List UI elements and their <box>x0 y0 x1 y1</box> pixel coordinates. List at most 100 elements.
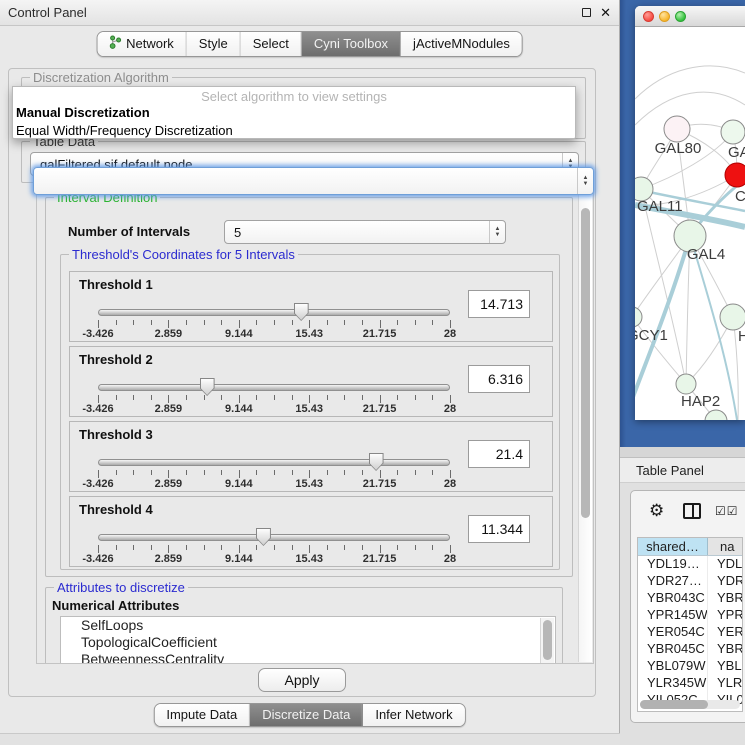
tab-style[interactable]: Style <box>187 32 241 56</box>
algorithm-combobox[interactable]: ▲▼ <box>33 167 594 195</box>
threshold-slider[interactable]: -3.4262.8599.14415.4321.71528 <box>90 377 458 415</box>
network-node[interactable] <box>635 307 642 327</box>
stepper-arrows-icon[interactable]: ▲▼ <box>489 221 505 243</box>
slider-track[interactable] <box>98 534 450 541</box>
table-row[interactable]: YBL079WYBL0 <box>638 658 742 675</box>
thresholds-group: Threshold's Coordinates for 5 Intervals … <box>60 254 560 570</box>
float-icon[interactable] <box>582 8 591 17</box>
dropdown-item[interactable]: Manual Discretization <box>13 104 575 122</box>
tick-mark <box>292 395 293 400</box>
network-edge[interactable] <box>635 66 745 99</box>
table-row[interactable]: YLR345WYLR3 <box>638 675 742 692</box>
cell-name[interactable]: YLR3 <box>708 675 742 692</box>
table-row[interactable]: YPR145WYPR1 <box>638 607 742 624</box>
tab-impute-data[interactable]: Impute Data <box>154 704 250 726</box>
attribute-list-item[interactable]: TopologicalCoefficient <box>61 634 555 651</box>
slider-thumb[interactable] <box>369 453 384 471</box>
slider-tick-labels: -3.4262.8599.14415.4321.71528 <box>98 553 450 565</box>
tab-select[interactable]: Select <box>241 32 302 56</box>
table-row[interactable]: YBR043CYBR0 <box>638 590 742 607</box>
attribute-list-item[interactable]: BetweennessCentrality <box>61 651 555 664</box>
scrollbar-thumb[interactable] <box>640 700 708 709</box>
node-label: GAL80 <box>655 140 702 157</box>
network-window-titlebar[interactable] <box>635 6 745 27</box>
threshold-value-field[interactable]: 21.4 <box>468 440 530 468</box>
node-table[interactable]: shared… na YDL19…YDL1YDR27…YDR2YBR043CYB… <box>637 537 743 712</box>
cell-name[interactable]: YBR0 <box>708 641 742 658</box>
scrollbar-thumb[interactable] <box>543 620 552 660</box>
slider-track[interactable] <box>98 459 450 466</box>
network-node[interactable] <box>664 116 690 142</box>
network-edge[interactable] <box>635 92 745 125</box>
table-h-scrollbar[interactable] <box>640 700 740 709</box>
apply-button[interactable]: Apply <box>258 668 346 692</box>
tab-discretize-data[interactable]: Discretize Data <box>250 704 363 726</box>
minimize-traffic-light-icon[interactable] <box>659 11 670 22</box>
tick-label: 28 <box>444 328 456 340</box>
cell-name[interactable]: YPR1 <box>708 607 742 624</box>
tab-network[interactable]: Network <box>97 32 187 56</box>
tab-jactivemnodules[interactable]: jActiveMNodules <box>401 32 522 56</box>
zoom-traffic-light-icon[interactable] <box>675 11 686 22</box>
slider-thumb[interactable] <box>256 528 271 546</box>
network-graph[interactable]: GAL80GACGAL11GAL4GCY1HHAP2 <box>635 27 745 420</box>
table-row[interactable]: YER054CYER0 <box>638 624 742 641</box>
cell-shared-name[interactable]: YDL19… <box>638 556 708 573</box>
cell-shared-name[interactable]: YER054C <box>638 624 708 641</box>
cell-shared-name[interactable]: YDR27… <box>638 573 708 590</box>
numerical-attributes-list[interactable]: SelfLoopsTopologicalCoefficientBetweenne… <box>60 616 556 664</box>
cell-name[interactable]: YDR2 <box>708 573 742 590</box>
gear-icon[interactable]: ⚙ <box>649 502 664 519</box>
list-scrollbar[interactable] <box>540 618 554 664</box>
columns-icon[interactable] <box>683 503 701 519</box>
tick-mark <box>450 545 451 553</box>
column-header-name[interactable]: na <box>708 538 742 555</box>
slider-track[interactable] <box>98 384 450 391</box>
threshold-value-field[interactable]: 14.713 <box>468 290 530 318</box>
tick-mark <box>239 470 240 478</box>
network-edge[interactable] <box>635 236 690 397</box>
slider-thumb[interactable] <box>200 378 215 396</box>
stepper-arrows-icon[interactable]: ▲▼ <box>577 168 593 194</box>
cell-shared-name[interactable]: YBR043C <box>638 590 708 607</box>
network-canvas[interactable]: GAL80GACGAL11GAL4GCY1HHAP2 <box>635 27 745 420</box>
cell-name[interactable]: YBR0 <box>708 590 742 607</box>
threshold-slider[interactable]: -3.4262.8599.14415.4321.71528 <box>90 302 458 340</box>
cell-shared-name[interactable]: YPR145W <box>638 607 708 624</box>
table-row[interactable]: YDR27…YDR2 <box>638 573 742 590</box>
tab-cyni-toolbox[interactable]: Cyni Toolbox <box>302 32 401 56</box>
network-node[interactable] <box>676 374 696 394</box>
tick-mark <box>274 545 275 550</box>
slider-track[interactable] <box>98 309 450 316</box>
close-icon[interactable]: ✕ <box>600 5 611 21</box>
checkbox-icons[interactable]: ☑☑ <box>715 504 739 518</box>
threshold-value-field[interactable]: 6.316 <box>468 365 530 393</box>
tick-mark <box>98 545 99 553</box>
cell-name[interactable]: YBL0 <box>708 658 742 675</box>
tick-mark <box>116 470 117 475</box>
cell-shared-name[interactable]: YLR345W <box>638 675 708 692</box>
table-row[interactable]: YDL19…YDL1 <box>638 556 742 573</box>
network-node[interactable] <box>720 304 745 330</box>
node-label: C <box>735 188 745 205</box>
column-header-shared-name[interactable]: shared… <box>638 538 708 555</box>
dropdown-item[interactable]: Equal Width/Frequency Discretization <box>13 122 575 139</box>
cell-shared-name[interactable]: YBL079W <box>638 658 708 675</box>
cell-name[interactable]: YDL1 <box>708 556 742 573</box>
slider-thumb[interactable] <box>294 303 309 321</box>
scrollbar-thumb[interactable] <box>581 208 590 518</box>
cell-shared-name[interactable]: YBR045C <box>638 641 708 658</box>
network-node[interactable] <box>721 120 745 144</box>
cell-name[interactable]: YER0 <box>708 624 742 641</box>
threshold-slider[interactable]: -3.4262.8599.14415.4321.71528 <box>90 452 458 490</box>
num-intervals-spinner[interactable]: 5 ▲▼ <box>224 220 506 244</box>
threshold-value-field[interactable]: 11.344 <box>468 515 530 543</box>
close-traffic-light-icon[interactable] <box>643 11 654 22</box>
attribute-list-item[interactable]: SelfLoops <box>61 617 555 634</box>
table-row[interactable]: YBR045CYBR0 <box>638 641 742 658</box>
network-node[interactable] <box>725 163 745 187</box>
tick-mark <box>362 320 363 325</box>
threshold-slider[interactable]: -3.4262.8599.14415.4321.71528 <box>90 527 458 565</box>
tab-infer-network[interactable]: Infer Network <box>363 704 464 726</box>
settings-scrollbar[interactable] <box>578 188 592 662</box>
